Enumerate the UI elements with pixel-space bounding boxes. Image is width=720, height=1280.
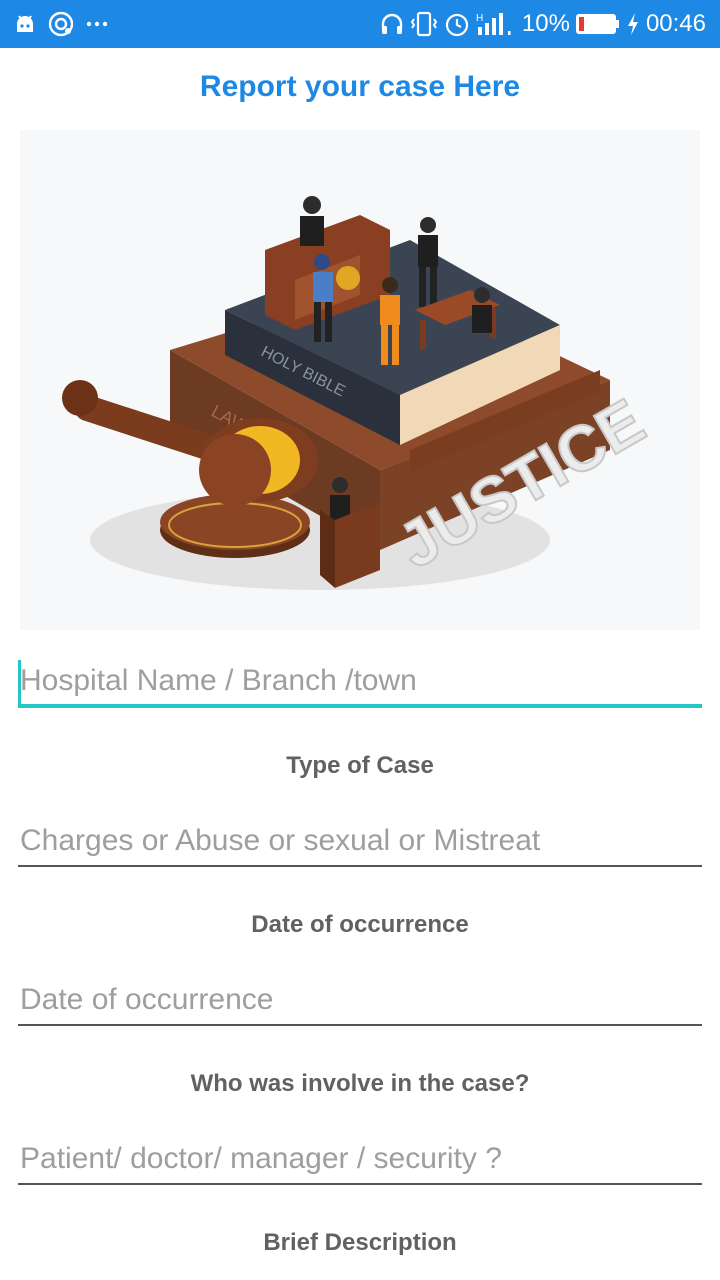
page-title: Report your case Here	[199, 70, 521, 103]
battery-icon	[575, 13, 620, 35]
type-of-case-input[interactable]	[18, 817, 702, 867]
involved-parties-input[interactable]	[18, 1135, 702, 1185]
battery-percent: 10%	[521, 10, 570, 37]
vibrate-icon	[410, 11, 438, 37]
android-icon	[14, 14, 36, 34]
involved-parties-label: Who was involve in the case?	[190, 1070, 530, 1097]
clock: 00:46	[645, 10, 706, 37]
justice-court-illustration: LAW HOLY BIBLE JUSTICE	[20, 130, 700, 630]
sync-icon	[48, 11, 74, 37]
more-icon	[86, 20, 108, 28]
date-of-occurrence-label: Date of occurrence	[251, 911, 469, 938]
alarm-icon	[444, 11, 470, 37]
date-of-occurrence-input[interactable]	[18, 976, 702, 1026]
status-bar: H 10% 00:46	[0, 0, 720, 48]
charging-icon	[626, 12, 640, 36]
hospital-name-input[interactable]	[18, 658, 702, 708]
signal-icon: H	[476, 11, 516, 37]
headphones-icon	[380, 12, 404, 36]
network-type: H	[476, 13, 483, 24]
type-of-case-label: Type of Case	[286, 752, 434, 779]
brief-description-label: Brief Description	[263, 1229, 457, 1256]
